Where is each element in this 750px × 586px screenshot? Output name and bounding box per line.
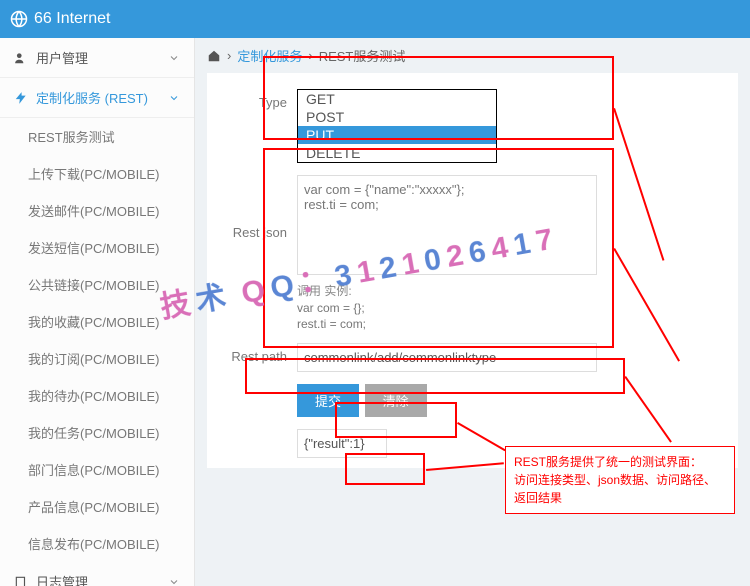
sidebar-item[interactable]: 产品信息(PC/MOBILE): [0, 488, 194, 525]
type-label: Type: [217, 89, 297, 116]
app-header: 66 Internet: [0, 0, 750, 38]
result-output: {"result":1}: [297, 429, 387, 458]
json-hint: 调用 实例:: [297, 282, 728, 299]
sidebar-item[interactable]: REST服务测试: [0, 118, 194, 155]
sidebar-item[interactable]: 信息发布(PC/MOBILE): [0, 525, 194, 562]
type-option[interactable]: PUT: [298, 126, 496, 144]
annotation-callout: REST服务提供了统一的测试界面： 访问连接类型、json数据、访问路径、返回结…: [505, 446, 735, 514]
globe-icon: [10, 10, 28, 28]
main-content: › 定制化服务 › REST服务测试 Type GETPOSTPUTDELETE…: [195, 38, 750, 586]
sidebar-item[interactable]: 我的任务(PC/MOBILE): [0, 414, 194, 451]
users-icon: [14, 51, 28, 65]
form-panel: Type GETPOSTPUTDELETE Rest json 调用 实例: v…: [207, 73, 738, 468]
sidebar-item[interactable]: 我的收藏(PC/MOBILE): [0, 303, 194, 340]
sidebar: 用户管理 定制化服务 (REST) REST服务测试上传下载(PC/MOBILE…: [0, 38, 195, 586]
app-title: 66 Internet: [34, 10, 111, 28]
clear-button[interactable]: 清除: [365, 384, 427, 417]
home-icon[interactable]: [207, 49, 221, 63]
type-option[interactable]: DELETE: [298, 144, 496, 162]
chevron-down-icon: [168, 576, 180, 586]
sidebar-group-users[interactable]: 用户管理: [0, 38, 194, 78]
type-select[interactable]: GETPOSTPUTDELETE: [297, 89, 497, 163]
book-icon: [14, 575, 28, 586]
sidebar-item[interactable]: 部门信息(PC/MOBILE): [0, 451, 194, 488]
rest-json-textarea[interactable]: [297, 175, 597, 275]
breadcrumb: › 定制化服务 › REST服务测试: [195, 38, 750, 73]
bolt-icon: [14, 91, 28, 105]
path-label: Rest path: [217, 343, 297, 370]
chevron-down-icon: [168, 92, 180, 104]
type-option[interactable]: POST: [298, 108, 496, 126]
sidebar-group-logs[interactable]: 日志管理: [0, 562, 194, 586]
sidebar-group-rest[interactable]: 定制化服务 (REST): [0, 78, 194, 118]
sidebar-item[interactable]: 发送邮件(PC/MOBILE): [0, 192, 194, 229]
json-label: Rest json: [217, 175, 297, 246]
sidebar-item[interactable]: 上传下载(PC/MOBILE): [0, 155, 194, 192]
rest-path-input[interactable]: [297, 343, 597, 372]
sidebar-item[interactable]: 发送短信(PC/MOBILE): [0, 229, 194, 266]
chevron-down-icon: [168, 52, 180, 64]
sidebar-item[interactable]: 我的订阅(PC/MOBILE): [0, 340, 194, 377]
type-option[interactable]: GET: [298, 90, 496, 108]
submit-button[interactable]: 提交: [297, 384, 359, 417]
breadcrumb-current: REST服务测试: [319, 46, 406, 65]
sidebar-item[interactable]: 我的待办(PC/MOBILE): [0, 377, 194, 414]
breadcrumb-link[interactable]: 定制化服务: [237, 46, 302, 65]
sidebar-item[interactable]: 公共链接(PC/MOBILE): [0, 266, 194, 303]
